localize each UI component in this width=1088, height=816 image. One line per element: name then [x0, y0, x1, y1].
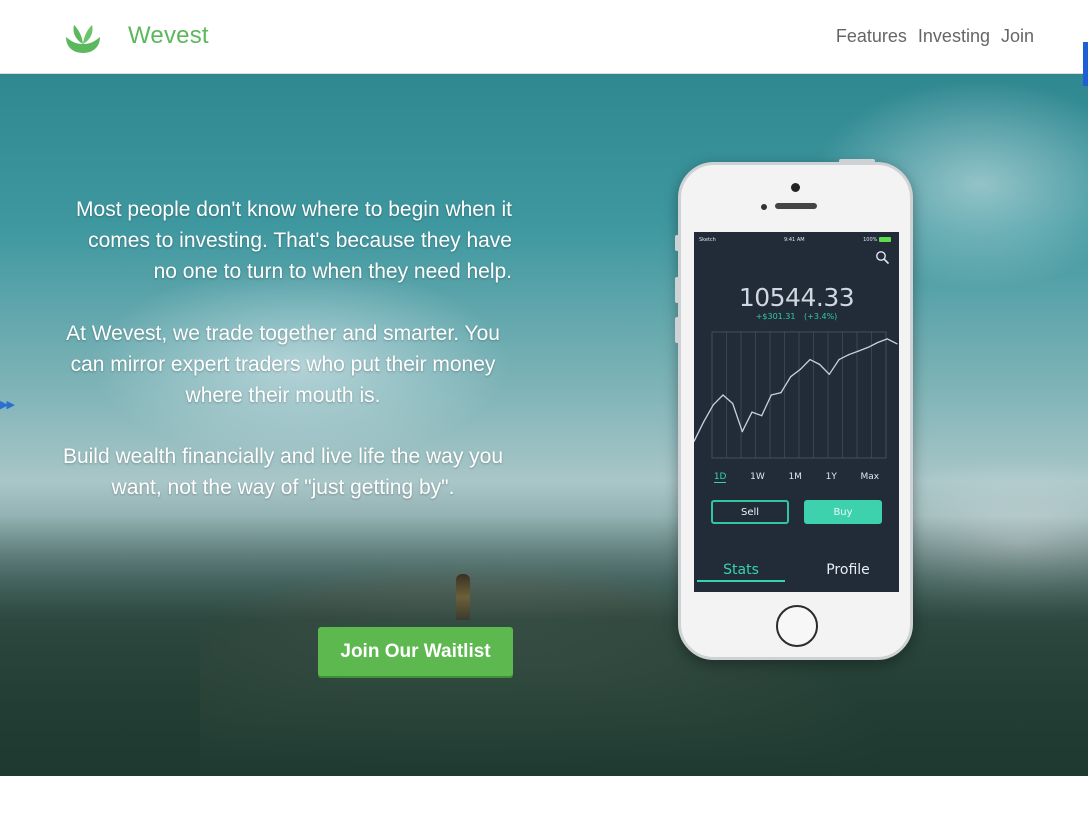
chart-point [741, 431, 743, 433]
nav-link-features[interactable]: Features [836, 26, 907, 47]
phone-sensor [761, 204, 767, 210]
nav-link-join[interactable]: Join [1001, 26, 1034, 47]
chart-point [809, 359, 811, 361]
hero-paragraph-2: At Wevest, we trade together and smarter… [66, 322, 500, 407]
portfolio-change: +$301.31 (+3.4%) [694, 312, 899, 321]
chart-point [848, 354, 850, 356]
change-amount: +$301.31 [755, 312, 796, 321]
range-1w[interactable]: 1W [750, 472, 765, 483]
change-percent: (+3.4%) [804, 312, 838, 321]
chart-point [828, 373, 830, 375]
chart-point [732, 402, 734, 405]
battery-icon [879, 237, 891, 242]
chart-point [770, 394, 772, 396]
phone-power-button [839, 159, 875, 163]
range-1y[interactable]: 1Y [826, 472, 837, 483]
chart-point [896, 343, 898, 345]
chart-point [799, 368, 801, 370]
status-bar: Sketch 9:41 AM 100% [694, 235, 899, 245]
price-chart[interactable] [694, 328, 899, 462]
phone-volume-down [675, 317, 679, 343]
hero-paragraph-3: Build wealth financially and live life t… [62, 445, 504, 499]
range-selector: 1D 1W 1M 1Y Max [694, 472, 899, 483]
status-battery: 100% [863, 237, 891, 243]
range-1d[interactable]: 1D [713, 472, 727, 483]
side-arrows-icon: ▶▶ [0, 399, 15, 411]
hero-paragraph-1: Most people don't know where to begin wh… [76, 198, 512, 283]
phone-screen: Sketch 9:41 AM 100% 10544.33 +$301.31 (+… [694, 232, 899, 592]
phone-mute-switch [675, 235, 679, 251]
chart-point [790, 376, 792, 378]
home-button[interactable] [776, 605, 818, 647]
site-header: Wevest Features Investing Join [0, 0, 1088, 74]
chart-point [761, 415, 763, 417]
chart-series-line [694, 338, 898, 442]
chart-point [722, 394, 724, 396]
buy-button[interactable]: Buy [804, 500, 882, 524]
portfolio-value: 10544.33 [738, 283, 855, 312]
main-nav: Features Investing Join [836, 26, 1034, 47]
join-waitlist-button[interactable]: Join Our Waitlist [318, 627, 513, 676]
brand-name[interactable]: Wevest [128, 22, 209, 50]
chart-point [857, 350, 859, 352]
chart-point [751, 411, 753, 413]
battery-percent: 100% [863, 237, 878, 243]
forest-backdrop [0, 516, 1088, 776]
chart-point [877, 341, 879, 344]
range-1m[interactable]: 1M [788, 472, 802, 483]
phone-mockup: Sketch 9:41 AM 100% 10544.33 +$301.31 (+… [675, 159, 913, 660]
phone-speaker [775, 203, 817, 209]
status-carrier: Sketch [699, 237, 716, 243]
hero-section [0, 74, 1088, 776]
tab-stats[interactable]: Stats [697, 562, 785, 582]
hiker-figure [456, 574, 470, 620]
chart-point [712, 404, 714, 406]
phone-volume-up [675, 277, 679, 303]
phone-camera [791, 183, 800, 192]
chart-point [838, 359, 840, 361]
sell-button[interactable]: Sell [711, 500, 789, 524]
phone-tabs: Stats Profile [694, 562, 899, 584]
chart-point [780, 392, 782, 394]
chart-point [867, 346, 869, 348]
chart-point [819, 363, 821, 366]
nav-link-investing[interactable]: Investing [918, 26, 990, 47]
chart-point [703, 421, 705, 423]
tab-profile[interactable]: Profile [804, 562, 892, 578]
status-time: 9:41 AM [784, 237, 805, 243]
edge-marker [1083, 42, 1088, 86]
range-max[interactable]: Max [861, 472, 880, 483]
search-icon[interactable] [875, 250, 889, 264]
leaf-logo-icon[interactable] [64, 22, 102, 56]
chart-point [886, 338, 888, 340]
